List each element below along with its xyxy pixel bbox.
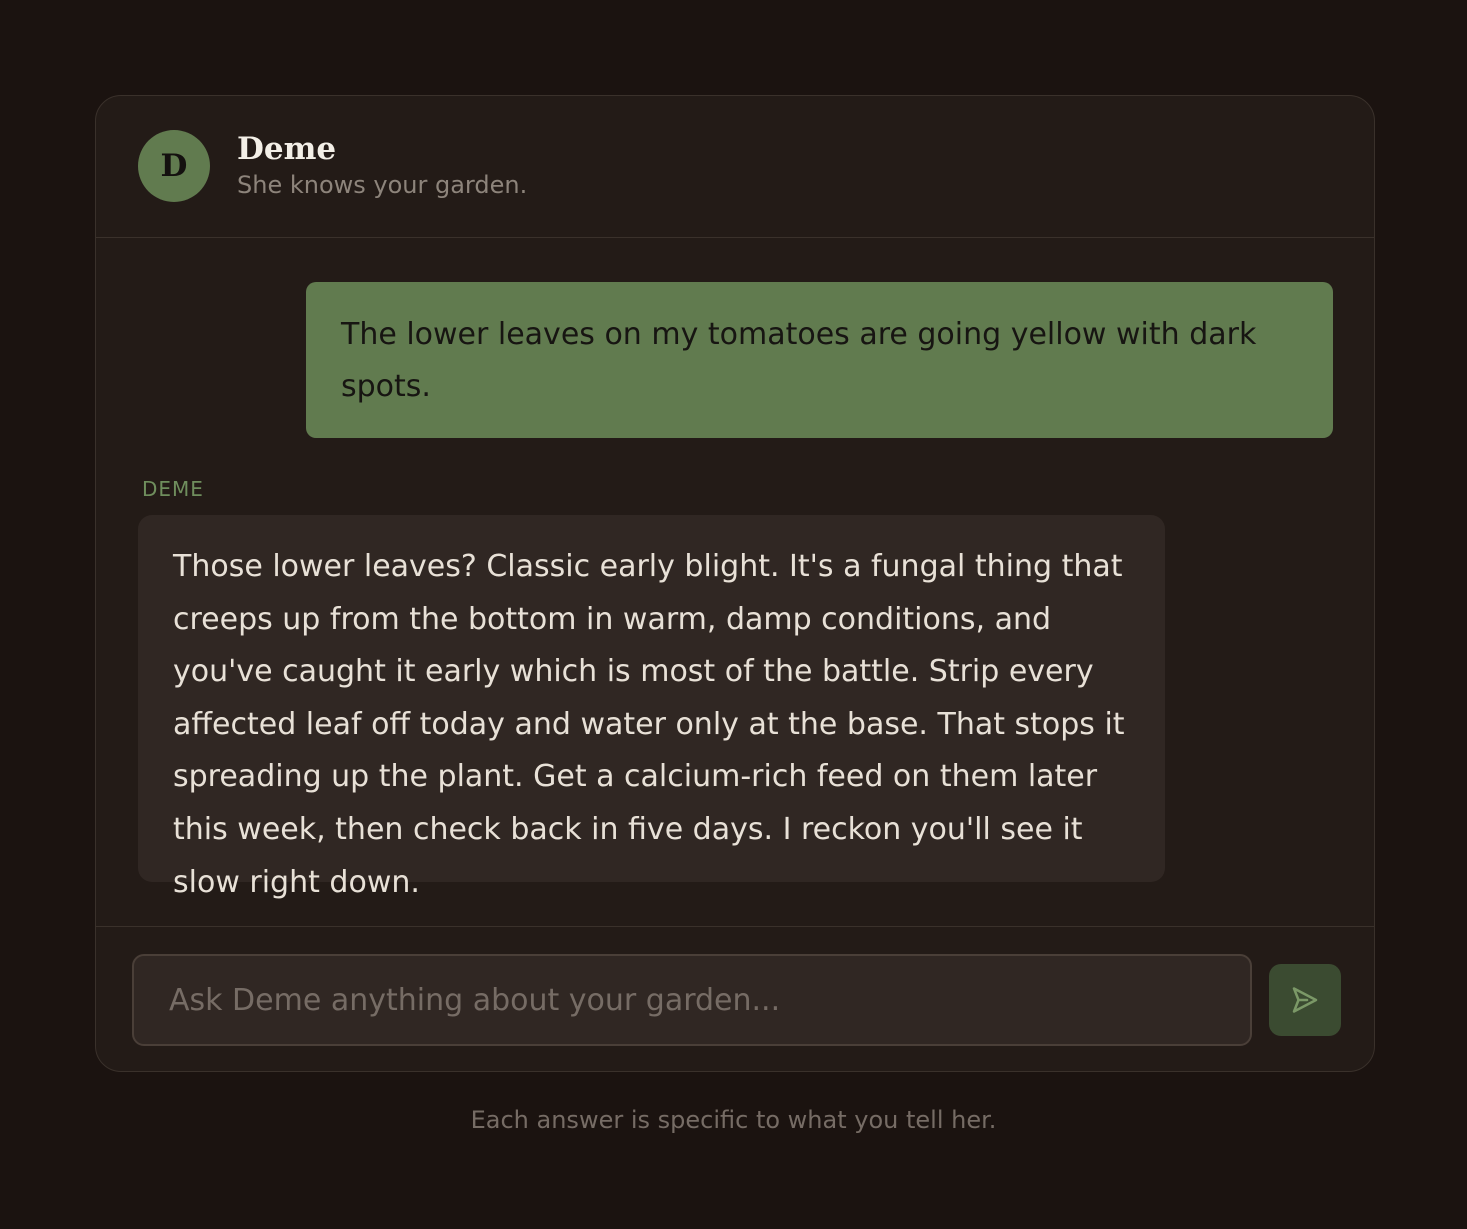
assistant-name: Deme xyxy=(237,131,337,167)
assistant-message: Those lower leaves? Classic early blight… xyxy=(138,515,1165,900)
assistant-message-text: Those lower leaves? Classic early blight… xyxy=(173,549,1125,900)
user-message: The lower leaves on my tomatoes are goin… xyxy=(306,282,1333,438)
message-composer xyxy=(96,926,1374,1071)
message-list: The lower leaves on my tomatoes are goin… xyxy=(96,238,1374,926)
avatar: D xyxy=(138,130,210,202)
footer-note: Each answer is specific to what you tell… xyxy=(470,1106,997,1134)
message-input[interactable] xyxy=(132,954,1252,1046)
user-message-text: The lower leaves on my tomatoes are goin… xyxy=(341,317,1257,404)
assistant-subtitle: She knows your garden. xyxy=(237,171,528,199)
avatar-initial: D xyxy=(160,147,188,184)
assistant-sender-label: DEME xyxy=(142,477,204,501)
send-icon xyxy=(1292,987,1318,1013)
chat-header: D Deme She knows your garden. xyxy=(96,96,1374,238)
chat-window: D Deme She knows your garden. The lower … xyxy=(95,95,1375,1072)
send-button[interactable] xyxy=(1269,964,1341,1036)
